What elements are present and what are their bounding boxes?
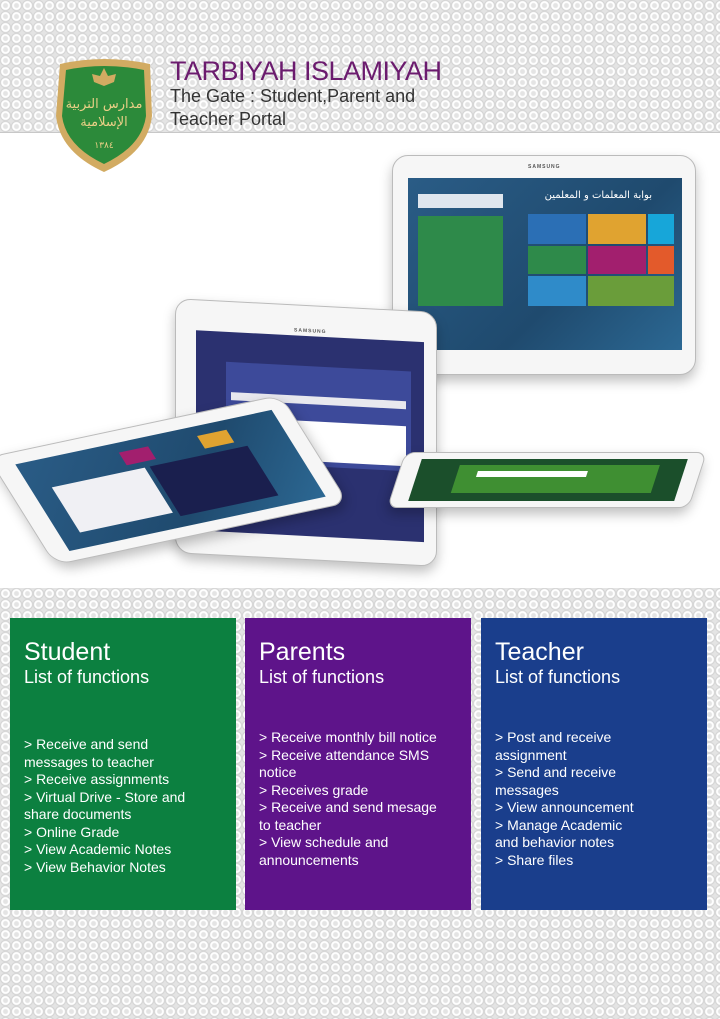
function-list: > Receive and send messages to teacher >… (24, 736, 185, 876)
list-item: > Manage Academic and behavior notes (495, 816, 623, 851)
brand-title: TARBIYAH ISLAMIYAH (170, 56, 442, 86)
list-item: > Receive attendance SMS notice (259, 746, 430, 781)
list-item: > Post and receive assignment (495, 729, 612, 763)
list-item: > View Behavior Notes (24, 858, 166, 875)
tablet-screen (408, 459, 688, 501)
card-subtitle: List of functions (24, 667, 150, 687)
teacher-card: Teacher List of functions > Post and rec… (481, 618, 707, 910)
list-item: > Online Grade (24, 823, 120, 840)
function-list: > Receive monthly bill notice > Receive … (259, 729, 437, 869)
list-item: > Virtual Drive - Store and share docume… (24, 788, 186, 823)
svg-text:الإسلامية: الإسلامية (80, 115, 128, 130)
list-item: > View schedule and announcements (259, 834, 389, 868)
list-item: > Receive and send messages to teacher (24, 736, 154, 770)
card-title: Teacher (495, 638, 584, 666)
list-item: > Send and receive messages (495, 764, 617, 798)
function-list: > Post and receive assignment > Send and… (495, 729, 634, 869)
list-item: > View announcement (495, 799, 634, 815)
list-item: > Receive assignments (24, 771, 170, 787)
brand-subtitle: The Gate : Student,Parent and Teacher Po… (170, 86, 416, 129)
tablet-back: SAMSUNG بوابة المعلمات و المعلمين (392, 155, 696, 375)
svg-text:مدارس التربية: مدارس التربية (66, 97, 143, 112)
tablet-right-flat (386, 452, 708, 508)
card-title: Parents (259, 638, 346, 666)
list-item: > Receive monthly bill notice (259, 729, 437, 745)
tablet-brand: SAMSUNG (528, 164, 561, 170)
list-item: > Receive and send mesage to teacher (259, 799, 437, 833)
school-crest-logo: مدارس التربية الإسلامية ١٣٨٤ (56, 59, 152, 172)
list-item: > View Academic Notes (24, 841, 172, 857)
student-card: Student List of functions > Receive and … (10, 618, 236, 910)
svg-text:١٣٨٤: ١٣٨٤ (94, 141, 114, 151)
list-item: > Share files (495, 851, 574, 868)
portal-title: بوابة المعلمات و المعلمين (544, 190, 652, 201)
card-subtitle: List of functions (259, 667, 385, 687)
tablet-screen: بوابة المعلمات و المعلمين (408, 178, 682, 350)
parents-card: Parents List of functions > Receive mont… (245, 618, 471, 910)
tablet-brand: SAMSUNG (294, 327, 327, 336)
list-item: > Receives grade (259, 781, 369, 798)
card-subtitle: List of functions (495, 667, 621, 687)
card-title: Student (24, 638, 111, 666)
